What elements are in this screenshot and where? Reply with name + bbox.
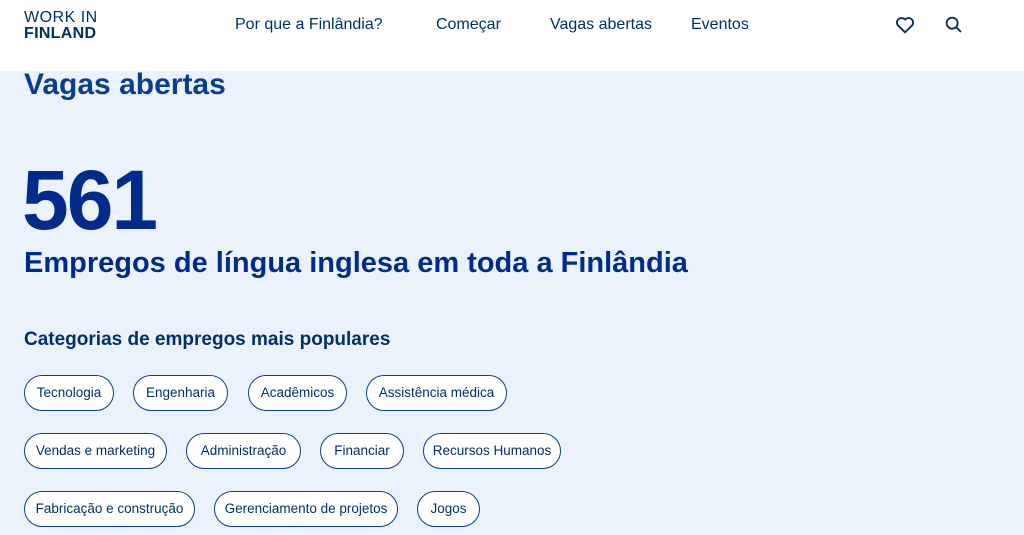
chip-tecnologia[interactable]: Tecnologia bbox=[24, 375, 114, 411]
heart-icon[interactable] bbox=[894, 14, 916, 36]
chip-assistencia-medica[interactable]: Assistência médica bbox=[366, 375, 507, 411]
nav-events[interactable]: Eventos bbox=[691, 16, 749, 34]
job-count: 561 bbox=[22, 153, 158, 247]
chip-administracao[interactable]: Administração bbox=[186, 433, 301, 469]
search-icon[interactable] bbox=[943, 14, 965, 36]
chip-jogos[interactable]: Jogos bbox=[417, 491, 480, 527]
nav-open-jobs[interactable]: Vagas abertas bbox=[550, 16, 652, 34]
chip-financiar[interactable]: Financiar bbox=[320, 433, 404, 469]
work-in-finland-logo[interactable]: WORK IN FINLAND bbox=[24, 10, 98, 42]
jobs-subtitle: Empregos de língua inglesa em toda a Fin… bbox=[24, 247, 688, 279]
logo-line-1: WORK IN bbox=[24, 9, 98, 26]
chip-fabricacao-construcao[interactable]: Fabricação e construção bbox=[24, 491, 195, 527]
chip-academicos[interactable]: Acadêmicos bbox=[248, 375, 347, 411]
nav-get-started[interactable]: Começar bbox=[436, 16, 501, 34]
chip-engenharia[interactable]: Engenharia bbox=[133, 375, 228, 411]
chip-recursos-humanos[interactable]: Recursos Humanos bbox=[423, 433, 561, 469]
categories-heading: Categorias de empregos mais populares bbox=[24, 329, 391, 350]
page-title: Vagas abertas bbox=[24, 68, 226, 101]
chip-vendas-marketing[interactable]: Vendas e marketing bbox=[24, 433, 167, 469]
site-header: WORK IN FINLAND Por que a Finlândia? Com… bbox=[0, 0, 1024, 71]
chip-gerenciamento-projetos[interactable]: Gerenciamento de projetos bbox=[214, 491, 398, 527]
logo-line-2: FINLAND bbox=[24, 25, 97, 42]
nav-why-finland[interactable]: Por que a Finlândia? bbox=[235, 16, 383, 34]
